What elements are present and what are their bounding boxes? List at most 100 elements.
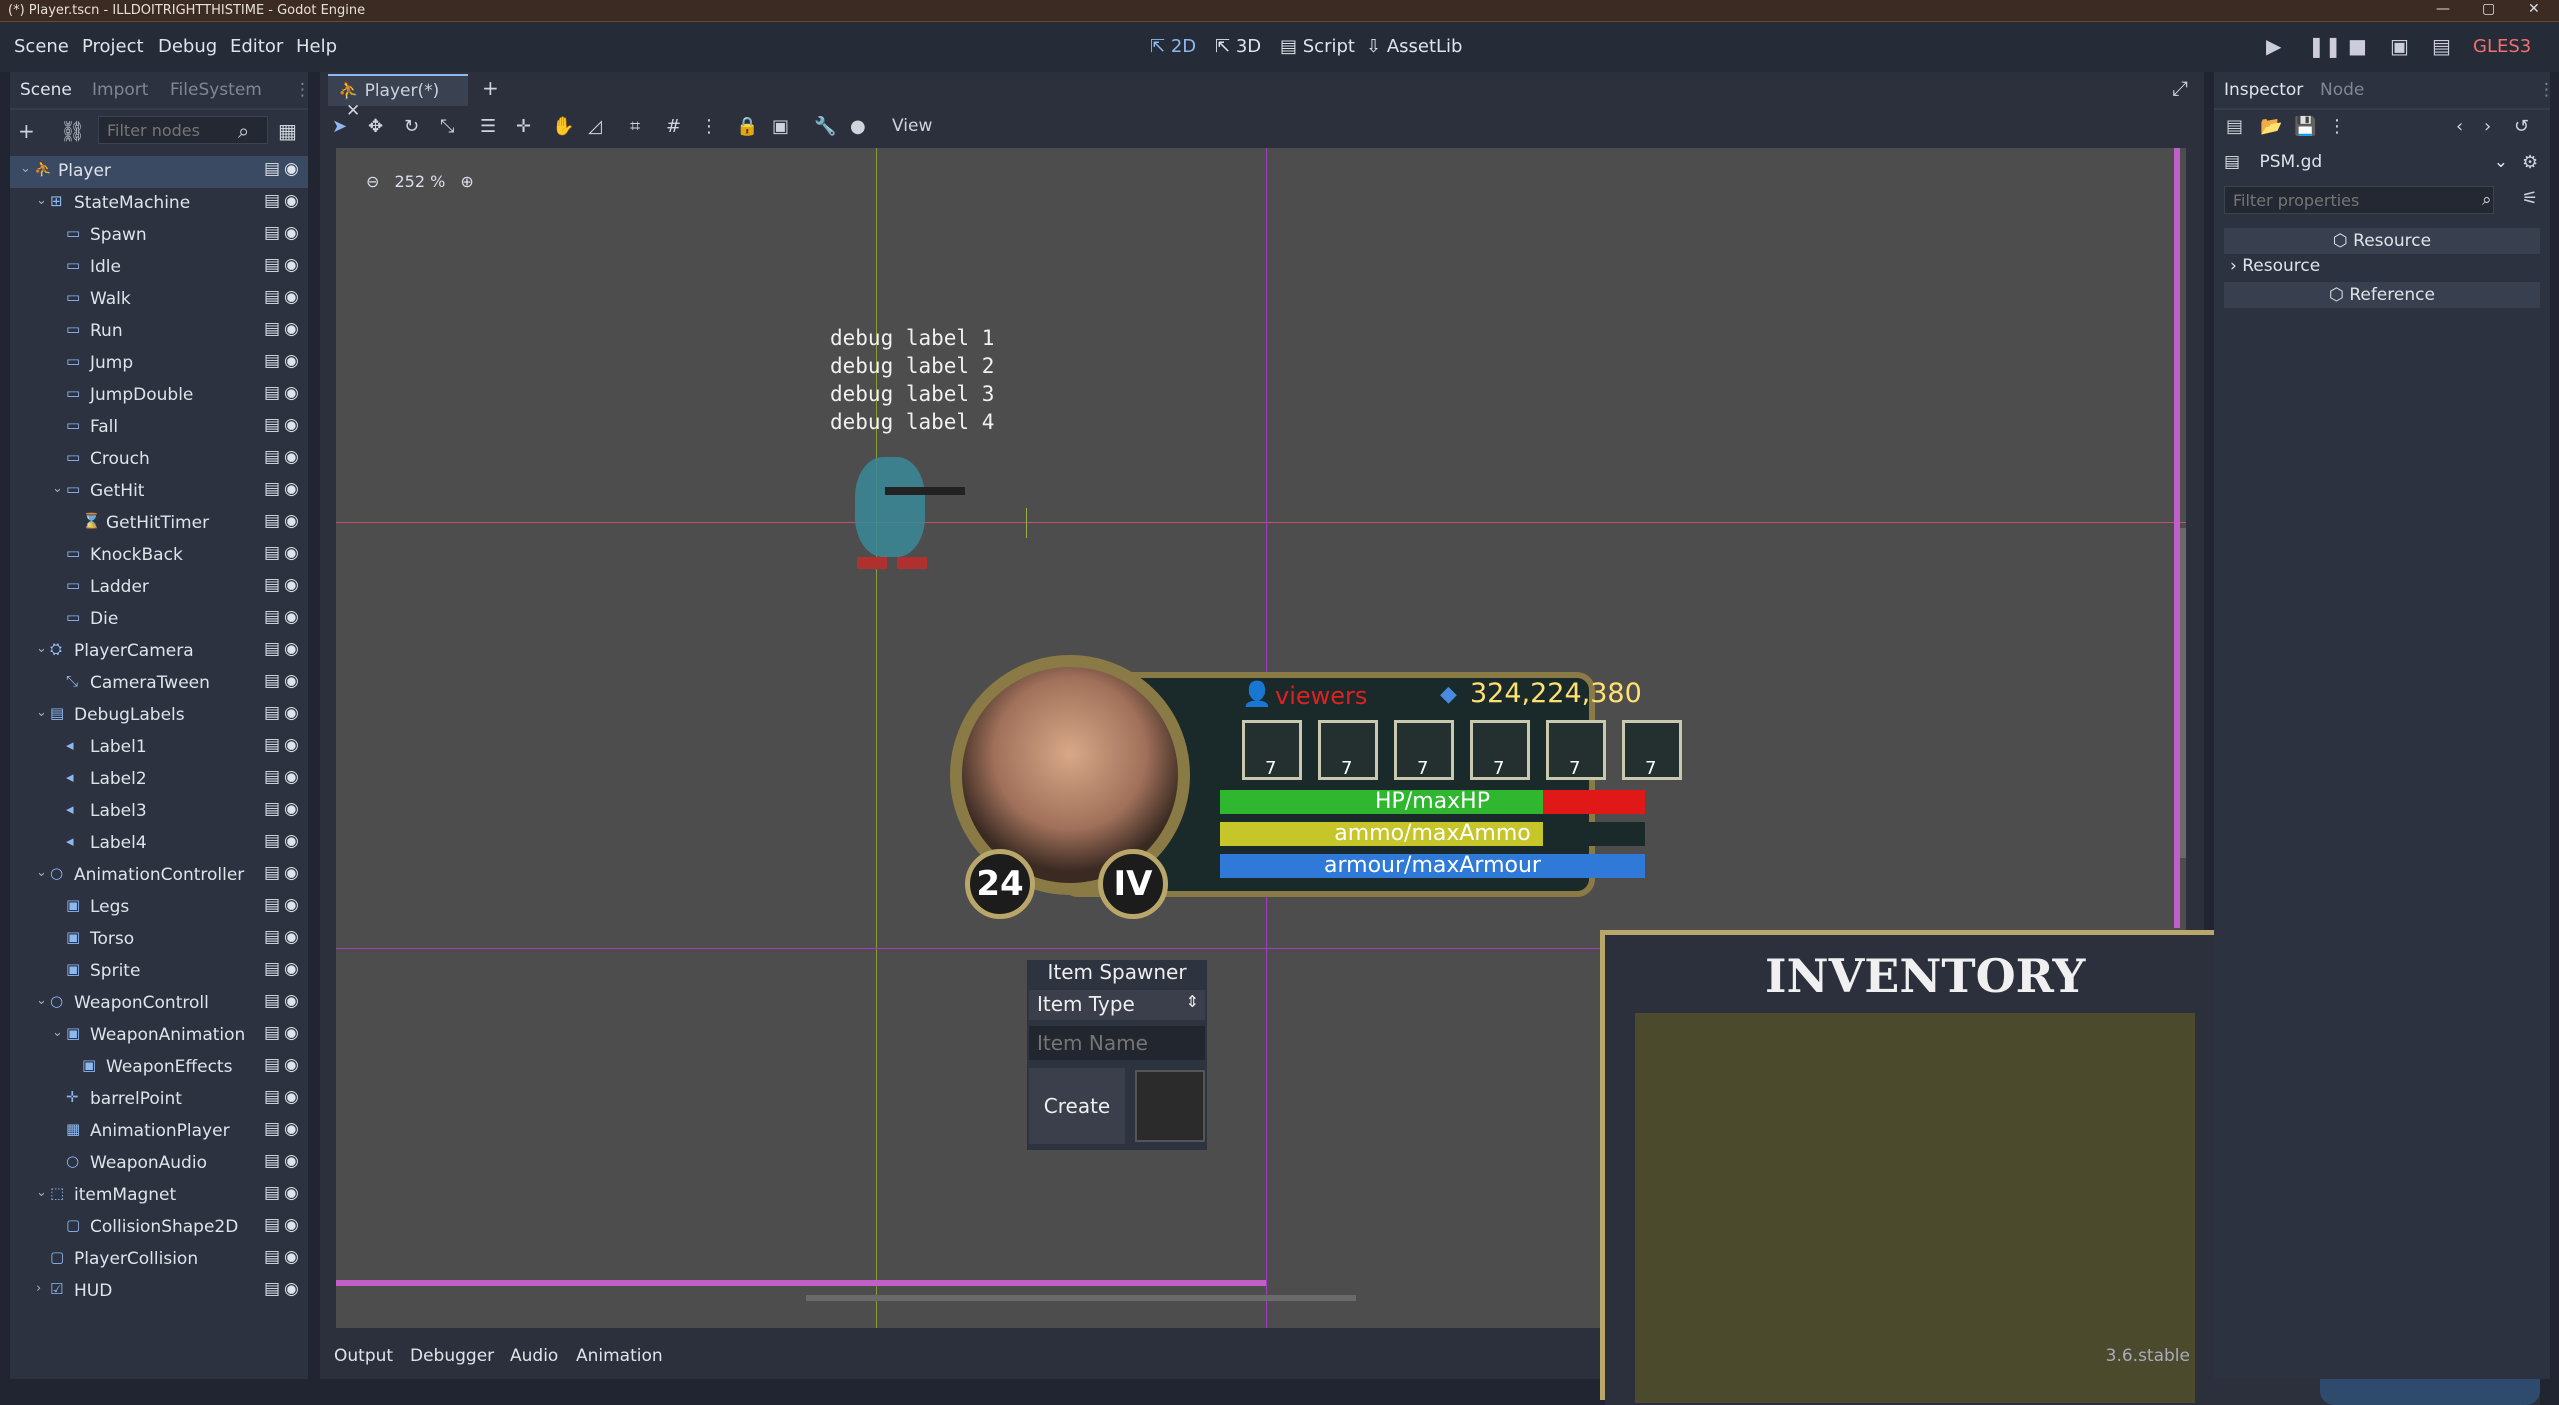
- script-icon[interactable]: ▤: [264, 671, 280, 691]
- maximize-button[interactable]: ▢: [2482, 1, 2495, 17]
- scene-tree-item-playercollision[interactable]: ▢ PlayerCollision ▤ ◉: [10, 1244, 308, 1276]
- script-icon[interactable]: ▤: [264, 1215, 280, 1235]
- scene-tree-item-weaponaudio[interactable]: ○ WeaponAudio ▤ ◉: [10, 1148, 308, 1180]
- scene-tree-item-weaponanimation[interactable]: ⌄ ▣ WeaponAnimation ▤ ◉: [10, 1020, 308, 1052]
- scene-tree-item-crouch[interactable]: ▭ Crouch ▤ ◉: [10, 444, 308, 476]
- visibility-icon[interactable]: ◉: [284, 255, 299, 275]
- menu-editor[interactable]: Editor: [230, 36, 283, 57]
- script-icon[interactable]: ▤: [264, 735, 280, 755]
- visibility-icon[interactable]: ◉: [284, 351, 299, 371]
- script-icon[interactable]: ▤: [264, 383, 280, 403]
- visibility-icon[interactable]: ◉: [284, 223, 299, 243]
- script-icon[interactable]: ▤: [264, 767, 280, 787]
- scene-tree-item-walk[interactable]: ▭ Walk ▤ ◉: [10, 284, 308, 316]
- rotate-tool-icon[interactable]: ↻: [404, 116, 419, 137]
- filter-properties-input[interactable]: [2224, 186, 2494, 214]
- scene-tree-item-collisionshape2d[interactable]: ▢ CollisionShape2D ▤ ◉: [10, 1212, 308, 1244]
- hud-slot[interactable]: 7: [1622, 720, 1682, 780]
- play-icon[interactable]: ▶: [2266, 34, 2281, 58]
- script-icon[interactable]: ▤: [264, 223, 280, 243]
- history-icon[interactable]: ↺: [2514, 116, 2529, 137]
- player-sprite[interactable]: [845, 457, 965, 572]
- smart-snap-icon[interactable]: ⌗: [630, 116, 640, 137]
- scene-tree-item-gethittimer[interactable]: ⌛ GetHitTimer ▤ ◉: [10, 508, 308, 540]
- script-icon[interactable]: ▤: [264, 607, 280, 627]
- play-scene-icon[interactable]: ▣: [2390, 34, 2409, 58]
- tab-inspector[interactable]: Inspector: [2224, 80, 2303, 100]
- chevron-down-icon[interactable]: ⌄: [36, 1185, 47, 1200]
- menu-project[interactable]: Project: [82, 36, 144, 57]
- script-icon[interactable]: ▤: [264, 351, 280, 371]
- visibility-icon[interactable]: ◉: [284, 479, 299, 499]
- tab-output[interactable]: Output: [334, 1346, 393, 1366]
- visibility-icon[interactable]: ◉: [284, 1247, 299, 1267]
- script-icon[interactable]: ▤: [264, 831, 280, 851]
- new-resource-icon[interactable]: ▤: [2226, 116, 2243, 137]
- visibility-icon[interactable]: ◉: [284, 511, 299, 531]
- lock-icon[interactable]: 🔒: [736, 116, 758, 137]
- add-node-icon[interactable]: +: [18, 119, 35, 143]
- script-icon[interactable]: ▤: [264, 799, 280, 819]
- visibility-icon[interactable]: ◉: [284, 927, 299, 947]
- visibility-icon[interactable]: ◉: [284, 767, 299, 787]
- visibility-icon[interactable]: ◉: [284, 1023, 299, 1043]
- scene-tree-item-label1[interactable]: ◂ Label1 ▤ ◉: [10, 732, 308, 764]
- hud-slot[interactable]: 7: [1546, 720, 1606, 780]
- pan-tool-icon[interactable]: ✋: [552, 116, 574, 137]
- script-icon[interactable]: ▤: [264, 511, 280, 531]
- script-icon[interactable]: ▤: [264, 1087, 280, 1107]
- tab-audio[interactable]: Audio: [510, 1346, 558, 1366]
- tab-animation[interactable]: Animation: [576, 1346, 663, 1366]
- scene-tree-item-hud[interactable]: › ☑ HUD ▤ ◉: [10, 1276, 308, 1308]
- bone-icon[interactable]: 🔧: [814, 116, 836, 137]
- zoom-level[interactable]: 252 %: [395, 172, 446, 191]
- scene-tree-item-weaponcontroll[interactable]: ⌄ ○ WeaponControll ▤ ◉: [10, 988, 308, 1020]
- hud-slot[interactable]: 7: [1394, 720, 1454, 780]
- script-icon[interactable]: ▤: [264, 927, 280, 947]
- history-back-icon[interactable]: ‹: [2456, 116, 2463, 137]
- visibility-icon[interactable]: ◉: [284, 1279, 299, 1299]
- new-tab-icon[interactable]: +: [482, 76, 499, 100]
- scene-tree-item-debuglabels[interactable]: ⌄ ▤ DebugLabels ▤ ◉: [10, 700, 308, 732]
- visibility-icon[interactable]: ◉: [284, 831, 299, 851]
- script-icon[interactable]: ▤: [264, 255, 280, 275]
- scene-tree-item-itemmagnet[interactable]: ⌄ ⬚ itemMagnet ▤ ◉: [10, 1180, 308, 1212]
- view-menu[interactable]: View: [892, 116, 932, 136]
- filter-settings-icon[interactable]: ⚟: [2522, 188, 2538, 209]
- dock-menu-icon[interactable]: ⋮: [294, 80, 311, 100]
- visibility-icon[interactable]: ◉: [284, 415, 299, 435]
- visibility-icon[interactable]: ◉: [284, 575, 299, 595]
- hud-slot[interactable]: 7: [1470, 720, 1530, 780]
- visibility-icon[interactable]: ◉: [284, 1151, 299, 1171]
- chevron-down-icon[interactable]: ⌄: [36, 993, 47, 1008]
- mode-3d-button[interactable]: ⇱ 3D: [1215, 36, 1261, 57]
- script-icon[interactable]: ▤: [264, 319, 280, 339]
- scene-tree-item-die[interactable]: ▭ Die ▤ ◉: [10, 604, 308, 636]
- visibility-icon[interactable]: ◉: [284, 543, 299, 563]
- paint-icon[interactable]: ●: [850, 116, 866, 137]
- visibility-icon[interactable]: ◉: [284, 383, 299, 403]
- visibility-icon[interactable]: ◉: [284, 607, 299, 627]
- play-custom-icon[interactable]: ▤: [2432, 34, 2451, 58]
- chevron-down-icon[interactable]: ⌄: [36, 865, 47, 880]
- scene-tree-item-jumpdouble[interactable]: ▭ JumpDouble ▤ ◉: [10, 380, 308, 412]
- scene-tree-item-player[interactable]: ⌄ ⛹ Player ▤ ◉: [10, 156, 308, 188]
- create-button[interactable]: Create: [1029, 1068, 1125, 1144]
- select-tool-icon[interactable]: ➤: [332, 116, 347, 137]
- visibility-icon[interactable]: ◉: [284, 1055, 299, 1075]
- close-window-button[interactable]: ✕: [2528, 1, 2540, 17]
- scene-tree-item-legs[interactable]: ▣ Legs ▤ ◉: [10, 892, 308, 924]
- renderer-select[interactable]: GLES3: [2473, 36, 2531, 57]
- mode-script-button[interactable]: ▤ Script: [1280, 36, 1355, 57]
- hud-slot[interactable]: 7: [1318, 720, 1378, 780]
- visibility-icon[interactable]: ◉: [284, 895, 299, 915]
- scene-tree-item-label4[interactable]: ◂ Label4 ▤ ◉: [10, 828, 308, 860]
- script-icon[interactable]: ▤: [264, 639, 280, 659]
- fullscreen-icon[interactable]: ⤢: [2172, 76, 2188, 100]
- visibility-icon[interactable]: ◉: [284, 863, 299, 883]
- scene-tree-item-torso[interactable]: ▣ Torso ▤ ◉: [10, 924, 308, 956]
- chevron-down-icon[interactable]: ⌄: [52, 1025, 63, 1040]
- scene-tree-item-ladder[interactable]: ▭ Ladder ▤ ◉: [10, 572, 308, 604]
- horizontal-scrollbar[interactable]: [806, 1295, 1356, 1301]
- chevron-down-icon[interactable]: ⌄: [52, 481, 63, 496]
